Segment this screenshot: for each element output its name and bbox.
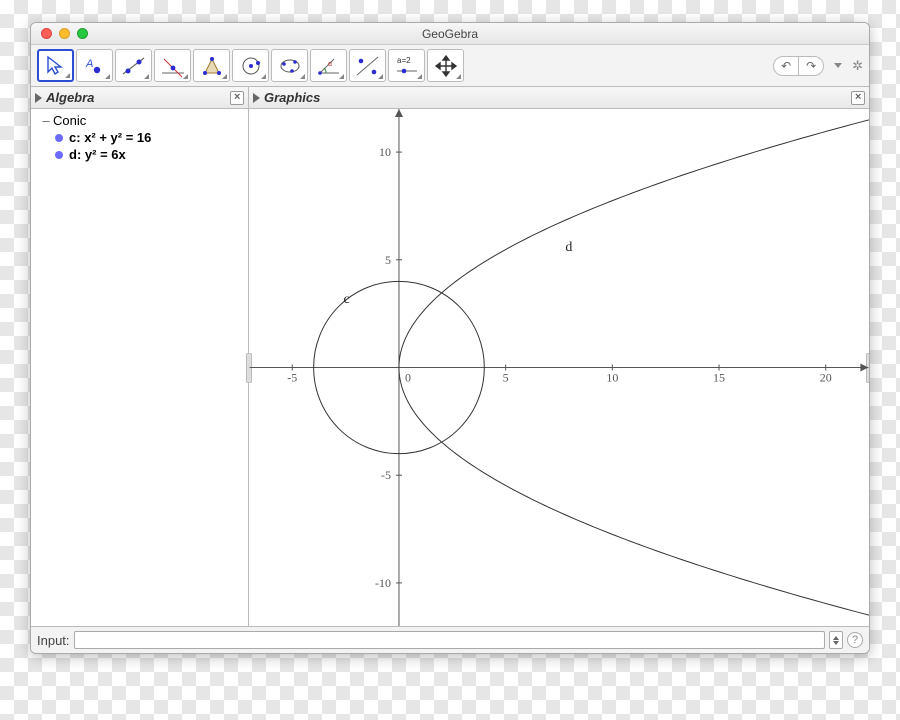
group-label: Conic xyxy=(53,113,86,128)
svg-text:20: 20 xyxy=(820,370,832,384)
input-bar: Input: ? xyxy=(31,627,869,653)
svg-text:5: 5 xyxy=(503,370,509,384)
tool-group: A α a=2 xyxy=(37,49,464,82)
window-title: GeoGebra xyxy=(31,27,869,41)
tool-polygon[interactable] xyxy=(193,49,230,82)
svg-text:A: A xyxy=(85,58,93,70)
toolbar: A α a=2 xyxy=(31,45,869,87)
toolbar-right: ↶ ↷ ✲ xyxy=(773,56,863,76)
visibility-dot-icon[interactable] xyxy=(55,134,63,142)
item-c-text: c: x² + y² = 16 xyxy=(69,130,151,145)
tool-reflect[interactable] xyxy=(349,49,386,82)
svg-text:-5: -5 xyxy=(381,468,391,482)
item-d-text: d: y² = 6x xyxy=(69,147,126,162)
input-stepper[interactable] xyxy=(829,631,843,649)
undo-button[interactable]: ↶ xyxy=(773,56,799,76)
svg-text:c: c xyxy=(343,292,349,307)
app-window: GeoGebra A α xyxy=(30,22,870,654)
close-panel-icon[interactable]: × xyxy=(230,91,244,105)
algebra-panel: Algebra × –Conic c: x² + y² = 16 d: y² =… xyxy=(31,87,249,626)
svg-text:0: 0 xyxy=(405,370,411,384)
input-field[interactable] xyxy=(74,631,825,649)
graphics-header[interactable]: Graphics × xyxy=(249,87,869,109)
tool-circle[interactable] xyxy=(232,49,269,82)
visibility-dot-icon[interactable] xyxy=(55,151,63,159)
svg-text:5: 5 xyxy=(385,253,391,267)
svg-text:15: 15 xyxy=(713,370,725,384)
gear-icon[interactable]: ✲ xyxy=(852,58,863,74)
svg-text:10: 10 xyxy=(379,145,391,159)
graphics-panel: Graphics × -5 0 5 10 15 20 -10 -5 5 10 c d xyxy=(249,87,869,626)
tool-slider[interactable]: a=2 xyxy=(388,49,425,82)
graphics-canvas[interactable]: -5 0 5 10 15 20 -10 -5 5 10 c d xyxy=(249,109,869,626)
graphics-title: Graphics xyxy=(264,90,320,105)
close-panel-icon[interactable]: × xyxy=(851,91,865,105)
titlebar[interactable]: GeoGebra xyxy=(31,23,869,45)
svg-text:a=2: a=2 xyxy=(397,56,411,65)
algebra-title: Algebra xyxy=(46,90,94,105)
tool-line[interactable] xyxy=(115,49,152,82)
svg-text:-5: -5 xyxy=(287,370,297,384)
algebra-header[interactable]: Algebra × xyxy=(31,87,248,109)
chevron-right-icon xyxy=(253,93,260,103)
tool-point[interactable]: A xyxy=(76,49,113,82)
redo-button[interactable]: ↷ xyxy=(798,56,824,76)
tool-move-graphics[interactable] xyxy=(427,49,464,82)
tool-move[interactable] xyxy=(37,49,74,82)
tool-perpendicular[interactable] xyxy=(154,49,191,82)
svg-text:α: α xyxy=(328,61,332,68)
collapse-icon[interactable]: – xyxy=(41,113,51,128)
tool-angle[interactable]: α xyxy=(310,49,347,82)
menu-dropdown-icon[interactable] xyxy=(834,63,842,68)
tree-item-c[interactable]: c: x² + y² = 16 xyxy=(55,130,242,145)
svg-text:-10: -10 xyxy=(375,576,391,590)
tool-conic[interactable] xyxy=(271,49,308,82)
tree-item-d[interactable]: d: y² = 6x xyxy=(55,147,242,162)
input-label: Input: xyxy=(37,633,70,648)
algebra-tree: –Conic c: x² + y² = 16 d: y² = 6x xyxy=(31,109,248,166)
tree-group-conic[interactable]: –Conic xyxy=(41,113,242,128)
content: Algebra × –Conic c: x² + y² = 16 d: y² =… xyxy=(31,87,869,627)
chevron-right-icon xyxy=(35,93,42,103)
help-icon[interactable]: ? xyxy=(847,632,863,648)
svg-text:d: d xyxy=(565,240,572,255)
svg-text:10: 10 xyxy=(606,370,618,384)
